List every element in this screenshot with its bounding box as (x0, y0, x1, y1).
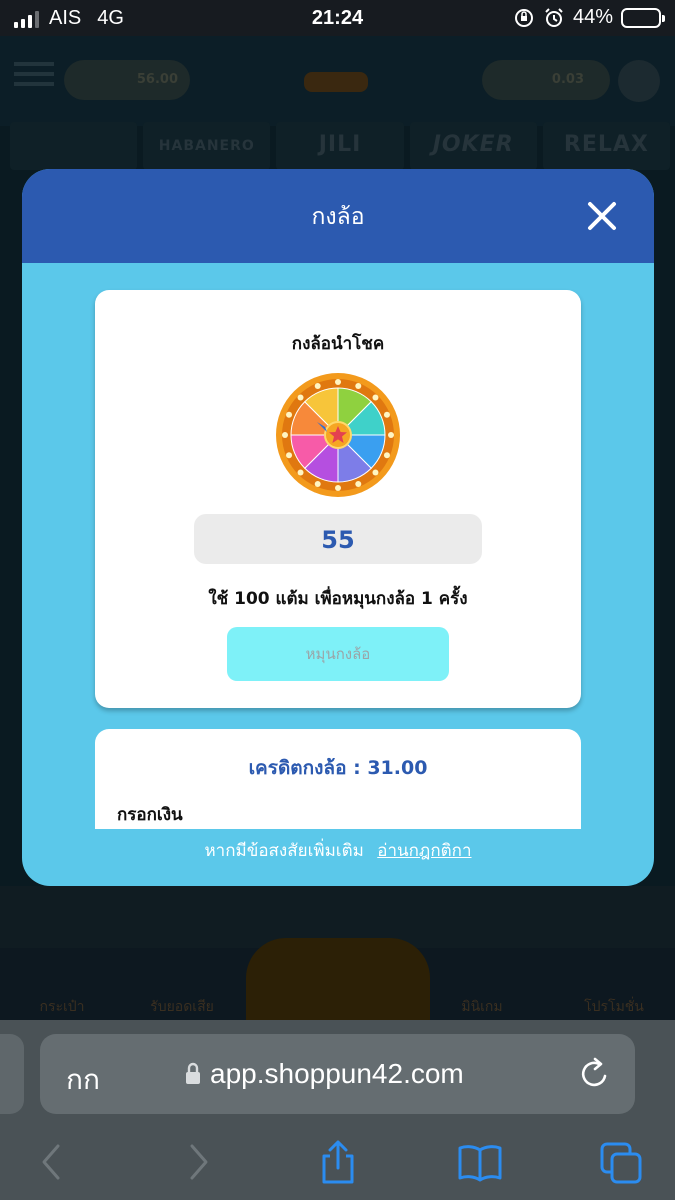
wheel-bulb (388, 432, 394, 438)
provider-logo: RELAX (542, 122, 671, 170)
spin-cost-note: ใช้ 100 แต้ม เพื่อหมุนกงล้อ 1 ครั้ง (208, 589, 468, 609)
points-display: 55 (194, 514, 482, 564)
safari-bottom-bar: กก app.shoppun42.com (0, 1020, 675, 1200)
modal-header: กงล้อ (22, 169, 654, 263)
bookmarks-icon[interactable] (458, 1140, 502, 1184)
wheel-bulb (297, 469, 304, 476)
phone-icon (618, 60, 660, 102)
nav-wallet: กระเป๋า (39, 999, 85, 1015)
wheel-card-title: กงล้อนำโชค (291, 334, 385, 354)
wheel-bulb (355, 480, 362, 487)
wheel-modal: กงล้อ กงล้อนำโชค 55 ใช้ 100 แต้ม เพื่อหม… (22, 169, 654, 886)
provider-logo: JOKER (409, 122, 537, 170)
deposit-label: กรอกเงิน (117, 805, 183, 825)
nav-cashback: รับยอดเสีย (150, 999, 214, 1015)
site-logo (304, 72, 368, 92)
wheel-bulb (383, 452, 390, 459)
reload-icon[interactable] (578, 1056, 612, 1092)
modal-footer: หากมีข้อสงสัยเพิ่มเติม อ่านกฎกติกา (22, 837, 654, 864)
wheel-bulb (297, 394, 304, 401)
read-rules-link[interactable]: อ่านกฎกติกา (377, 841, 471, 861)
orientation-lock-icon (514, 8, 533, 27)
tabs-icon[interactable] (600, 1140, 644, 1184)
wheel-credit-line: เครดิตกงล้อ : 31.00 (95, 753, 581, 783)
lock-icon (186, 1062, 200, 1084)
wheel-bulb (372, 394, 379, 401)
nav-minigame: มินิเกม (461, 999, 503, 1015)
wheel-card: กงล้อนำโชค 55 ใช้ 100 แต้ม เพื่อหมุนกงล้… (95, 290, 581, 708)
site-header: 56.00 0.03 (0, 36, 675, 126)
points-pill: 0.03 (482, 60, 610, 100)
nav-promotion: โปรโมชั่น (584, 999, 644, 1015)
wheel-bulb (314, 480, 321, 487)
wheel-bulb (286, 411, 293, 418)
lucky-wheel-icon (276, 373, 400, 497)
battery-percent: 44% (572, 6, 613, 28)
wheel-bulb (335, 485, 341, 491)
battery-icon (621, 7, 665, 28)
close-icon[interactable] (582, 196, 622, 236)
wheel-bulb (383, 411, 390, 418)
spin-wheel-button[interactable]: หมุนกงล้อ (227, 627, 449, 681)
wheel-bulb (282, 432, 288, 438)
footer-question: หากมีข้อสงสัยเพิ่มเติม (204, 841, 364, 861)
wheel-bulb (372, 469, 379, 476)
back-icon[interactable] (30, 1140, 74, 1184)
provider-logo: JILI (276, 122, 404, 170)
wheel-bulb (314, 383, 321, 390)
wheel-bulb (286, 452, 293, 459)
page-settings-button[interactable]: กก (66, 1058, 100, 1102)
wheel-credit-label: เครดิตกงล้อ : (248, 757, 361, 779)
status-bar: AIS 4G 21:24 44% (0, 0, 675, 36)
alarm-icon (545, 7, 563, 27)
forward-icon[interactable] (176, 1140, 220, 1184)
wheel-bulb (335, 379, 341, 385)
url-text: app.shoppun42.com (210, 1058, 464, 1089)
menu-icon (14, 62, 54, 92)
balance-pill: 56.00 (64, 60, 190, 100)
modal-title: กงล้อ (311, 204, 365, 230)
credit-card: เครดิตกงล้อ : 31.00 กรอกเงิน (95, 729, 581, 829)
provider-logo (10, 122, 138, 170)
wheel-bulb (355, 383, 362, 390)
address-bar[interactable]: กก app.shoppun42.com (40, 1034, 635, 1114)
share-icon[interactable] (316, 1140, 360, 1184)
center-logo-badge (246, 938, 430, 1020)
wheel-credit-value: 31.00 (367, 757, 428, 779)
provider-row: HABANERO JILI JOKER RELAX (10, 122, 671, 170)
previous-tab-peek[interactable] (0, 1034, 24, 1114)
provider-logo: HABANERO (143, 122, 271, 170)
